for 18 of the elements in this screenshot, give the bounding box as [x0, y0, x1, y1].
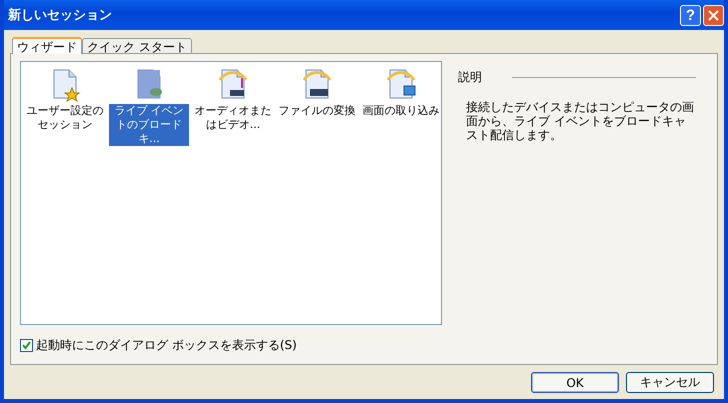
session-item[interactable]: ファイルの変換 [277, 104, 357, 118]
session-item[interactable]: オーディオまたはビデオ... [193, 104, 273, 132]
tab[interactable]: ウィザード [12, 37, 82, 54]
close-button[interactable] [703, 4, 724, 26]
close-icon [708, 10, 719, 20]
checkbox-label: 起動時にこのダイアログ ボックスを表示する(S) [36, 337, 297, 354]
session-item[interactable]: ユーザー設定のセッション [25, 104, 105, 132]
dialog-button[interactable]: OK [531, 372, 619, 393]
session-item[interactable]: ライブ イベントのブロードキ... [109, 104, 189, 146]
dialog-button[interactable]: キャンセル [626, 372, 714, 393]
check-icon [22, 341, 31, 350]
session-item[interactable]: 画面の取り込み [361, 104, 441, 118]
help-button[interactable]: ? [680, 4, 701, 26]
description-text: 接続したデバイスまたはコンピュータの画面から、ライブ イベントをブロードキャスト配信します。 [466, 100, 695, 142]
checkbox[interactable] [20, 339, 33, 352]
description-heading: 説明 [458, 69, 482, 86]
window-title: 新しいセッション [7, 6, 112, 24]
tab[interactable]: クイック スタート [82, 38, 192, 53]
